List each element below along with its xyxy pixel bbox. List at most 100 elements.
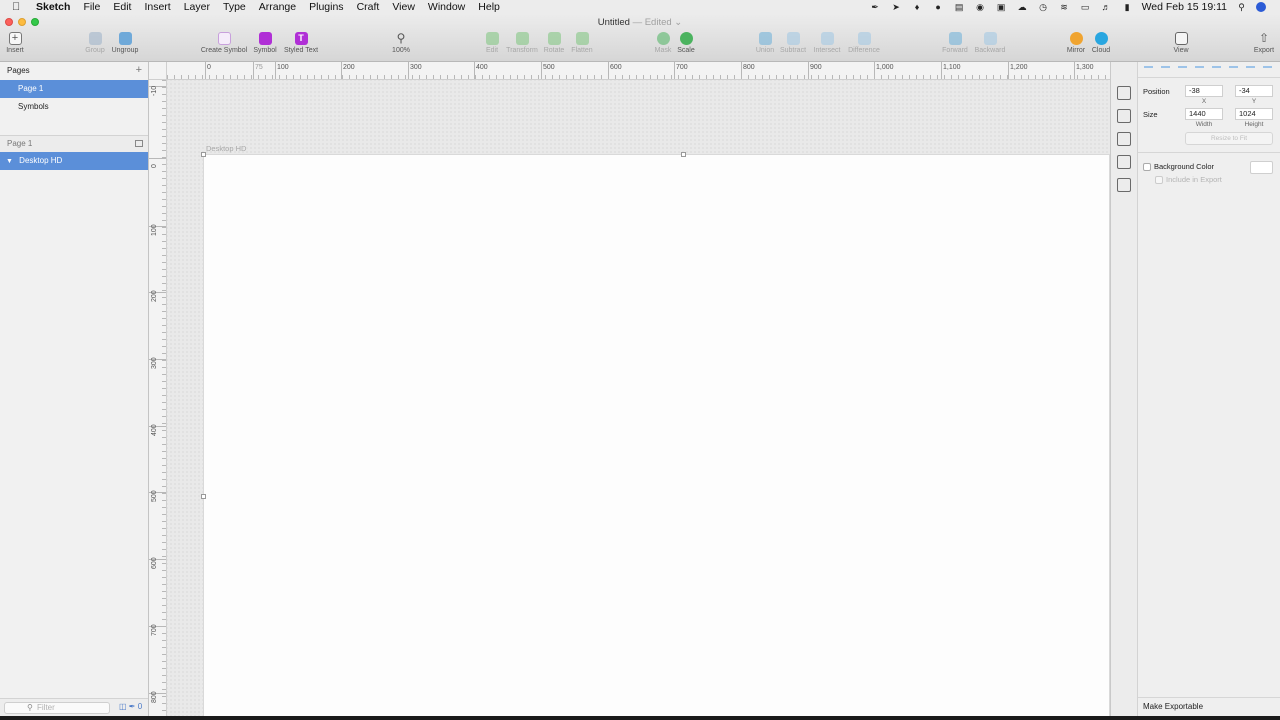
subtract-button[interactable]: Subtract xyxy=(779,32,807,54)
create-symbol-button[interactable]: Create Symbol xyxy=(199,32,249,54)
artboard-desktop-hd[interactable] xyxy=(203,154,1110,716)
align-top-icon[interactable] xyxy=(1195,65,1204,74)
menu-view[interactable]: View xyxy=(392,1,415,13)
export-button[interactable]: ⇧ Export xyxy=(1252,32,1276,54)
send-status-icon[interactable]: ➤ xyxy=(890,2,903,12)
align-right-icon[interactable] xyxy=(1178,65,1187,74)
mask-button[interactable]: Mask xyxy=(653,32,673,54)
cloud-button[interactable]: Cloud xyxy=(1091,32,1111,54)
disclosure-triangle-icon[interactable]: ▼ xyxy=(6,158,13,165)
forward-button[interactable]: Forward xyxy=(941,32,969,54)
flatten-button[interactable]: Flatten xyxy=(569,32,595,54)
text-panel-icon[interactable] xyxy=(1117,132,1131,146)
styled-text-button[interactable]: T Styled Text xyxy=(282,32,320,54)
insert-button[interactable]: + Insert xyxy=(6,32,24,54)
resize-to-fit-button[interactable]: Resize to Fit xyxy=(1185,132,1273,145)
filter-options[interactable]: ◫ ✒ 0 xyxy=(119,702,142,711)
intersect-button[interactable]: Intersect xyxy=(812,32,842,54)
view-button[interactable]: View xyxy=(1170,32,1192,54)
scale-button[interactable]: Scale xyxy=(676,32,696,54)
zoom-window-button[interactable] xyxy=(31,18,39,26)
transform-button[interactable]: Transform xyxy=(505,32,539,54)
menu-craft[interactable]: Craft xyxy=(357,1,380,13)
artboard-title[interactable]: Desktop HD xyxy=(206,144,246,153)
difference-button[interactable]: Difference xyxy=(846,32,882,54)
background-color-checkbox[interactable] xyxy=(1143,163,1151,171)
group-button[interactable]: Group xyxy=(84,32,106,54)
resize-handle-middle-left[interactable] xyxy=(201,494,206,499)
export-panel-icon[interactable] xyxy=(1117,86,1131,100)
zoom-control[interactable]: ⚲ 100% xyxy=(384,32,418,54)
position-x-field[interactable]: -38 xyxy=(1185,85,1223,97)
prototype-panel-icon[interactable] xyxy=(1117,178,1131,192)
menu-edit[interactable]: Edit xyxy=(113,1,131,13)
include-in-export-checkbox[interactable] xyxy=(1155,176,1163,184)
width-field[interactable]: 1440 xyxy=(1185,108,1223,120)
time-machine-icon[interactable]: ◷ xyxy=(1037,2,1050,12)
distribute-vertical-icon[interactable] xyxy=(1263,65,1272,74)
cloud-status-icon[interactable]: ☁ xyxy=(1016,2,1029,12)
menu-insert[interactable]: Insert xyxy=(144,1,170,13)
align-middle-icon[interactable] xyxy=(1212,65,1221,74)
distribute-horizontal-icon[interactable] xyxy=(1246,65,1255,74)
align-center-icon[interactable] xyxy=(1161,65,1170,74)
menu-plugins[interactable]: Plugins xyxy=(309,1,343,13)
layer-style-icon[interactable] xyxy=(1117,109,1131,123)
dropbox-status-icon[interactable]: ▣ xyxy=(995,2,1008,12)
airplay-icon[interactable]: ▭ xyxy=(1079,2,1092,12)
spotlight-search-icon[interactable]: ⚲ xyxy=(1235,2,1248,12)
position-y-field[interactable]: -34 xyxy=(1235,85,1273,97)
collapse-layers-icon[interactable] xyxy=(135,140,143,147)
canvas[interactable]: 0 75 100 200 300 400 500 600 700 800 900 1,000 1,100… xyxy=(149,62,1110,716)
resize-handle-top-center[interactable] xyxy=(681,152,686,157)
menu-window[interactable]: Window xyxy=(428,1,465,13)
document-status-icon[interactable]: ▤ xyxy=(953,2,966,12)
resize-handle-top-left[interactable] xyxy=(201,152,206,157)
wifi-icon[interactable]: ≋ xyxy=(1058,2,1071,12)
horizontal-ruler[interactable]: 0 75 100 200 300 400 500 600 700 800 900 1,000 1,100… xyxy=(167,62,1110,80)
forward-label: Forward xyxy=(942,47,968,54)
align-bottom-icon[interactable] xyxy=(1229,65,1238,74)
document-edited-status[interactable]: — Edited ⌄ xyxy=(633,17,683,28)
ungroup-button[interactable]: Ungroup xyxy=(111,32,139,54)
union-button[interactable]: Union xyxy=(754,32,776,54)
ruler-h-minor-tick xyxy=(188,75,189,79)
menu-file[interactable]: File xyxy=(83,1,100,13)
siri-icon[interactable] xyxy=(1256,2,1266,12)
layer-item-desktop-hd[interactable]: ▼ Desktop HD xyxy=(0,152,148,170)
make-exportable-button[interactable]: Make Exportable xyxy=(1138,697,1280,716)
symbol-button[interactable]: Symbol xyxy=(252,32,278,54)
menu-arrange[interactable]: Arrange xyxy=(259,1,296,13)
balloon-status-icon[interactable]: ● xyxy=(932,2,945,12)
battery-icon[interactable]: ▮ xyxy=(1121,2,1134,12)
symbols-filter-icon[interactable]: ◫ xyxy=(119,702,127,711)
apple-menu-icon[interactable]:  xyxy=(12,1,26,13)
slices-filter-icon[interactable]: ✒ xyxy=(129,702,136,711)
background-color-swatch[interactable] xyxy=(1250,161,1273,174)
height-field[interactable]: 1024 xyxy=(1235,108,1273,120)
symbol-panel-icon[interactable] xyxy=(1117,155,1131,169)
add-page-icon[interactable]: + xyxy=(136,64,142,76)
edit-button[interactable]: Edit xyxy=(483,32,501,54)
rotate-button[interactable]: Rotate xyxy=(543,32,565,54)
align-left-icon[interactable] xyxy=(1144,65,1153,74)
backward-button[interactable]: Backward xyxy=(973,32,1007,54)
diamond-status-icon[interactable]: ♦ xyxy=(911,2,924,12)
close-window-button[interactable] xyxy=(5,18,13,26)
volume-icon[interactable]: ♬ xyxy=(1100,2,1113,12)
layer-filter-input[interactable]: ⚲ Filter xyxy=(4,702,110,714)
menu-help[interactable]: Help xyxy=(478,1,500,13)
mirror-button[interactable]: Mirror xyxy=(1065,32,1087,54)
pen-status-icon[interactable]: ✒ xyxy=(869,2,882,12)
ruler-h-minor-tick xyxy=(594,75,595,79)
menubar-clock[interactable]: Wed Feb 15 19:11 xyxy=(1142,1,1227,13)
page-item-symbols[interactable]: Symbols xyxy=(0,98,148,116)
menu-type[interactable]: Type xyxy=(223,1,246,13)
menu-layer[interactable]: Layer xyxy=(184,1,210,13)
ruler-h-minor-tick xyxy=(650,75,651,79)
vertical-ruler[interactable]: -10 0 100 200 300 400 500 600 700 800 xyxy=(149,80,167,716)
eye-status-icon[interactable]: ◉ xyxy=(974,2,987,12)
page-item-page-1[interactable]: Page 1 xyxy=(0,80,148,98)
minimize-window-button[interactable] xyxy=(18,18,26,26)
menu-app-name[interactable]: Sketch xyxy=(36,1,70,13)
